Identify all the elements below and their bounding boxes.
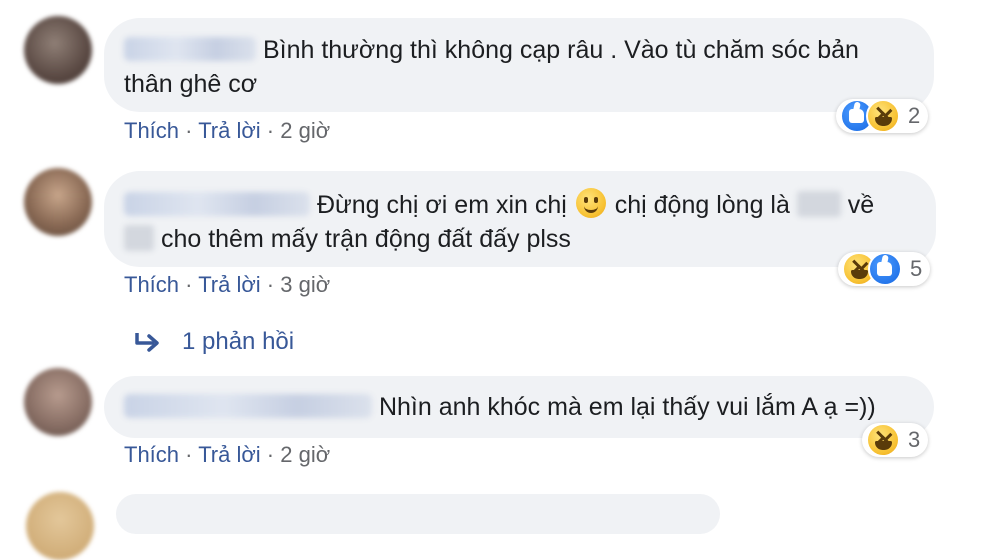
avatar[interactable] (24, 368, 92, 436)
comment-text: Bình thường thì không cạp râu . Vào tù c… (262, 36, 859, 64)
avatar[interactable] (24, 16, 92, 84)
author-name-blurred[interactable] (124, 192, 310, 216)
timestamp[interactable]: 3 giờ (280, 272, 330, 297)
comment-text: chị động lòng là (614, 191, 790, 219)
comment-text: cho thêm mấy trận động đất đấy plss (160, 225, 571, 253)
reply-link[interactable]: Trả lời (198, 118, 261, 143)
reaction-summary[interactable]: 2 (836, 99, 929, 133)
censored-word (124, 225, 154, 251)
author-name-blurred[interactable] (124, 394, 372, 418)
reaction-count: 5 (910, 256, 923, 281)
like-link[interactable]: Thích (124, 118, 179, 143)
reaction-summary[interactable]: 5 (838, 252, 931, 286)
comment-meta: Thích · Trả lời · 2 giờ (124, 118, 331, 143)
reaction-summary[interactable]: 3 (862, 423, 929, 457)
reply-link[interactable]: Trả lời (198, 442, 261, 467)
comment-text: Nhìn anh khóc mà em lại thấy vui lắm A ạ… (378, 393, 876, 421)
comment-bubble (116, 494, 720, 534)
comment-meta: Thích · Trả lời · 2 giờ (124, 442, 331, 467)
haha-reaction-icon (866, 99, 900, 133)
comment-text: thân ghê cơ (124, 70, 258, 98)
comment-text: Đừng chị ơi em xin chị (316, 191, 567, 219)
author-name-blurred[interactable] (124, 37, 256, 61)
censored-word (796, 191, 841, 217)
smiley-emoji-icon (575, 188, 606, 218)
comment-text: về (847, 191, 875, 219)
reply-arrow-icon (135, 333, 159, 352)
reaction-count: 3 (908, 427, 921, 452)
like-reaction-icon (868, 252, 902, 286)
avatar[interactable] (24, 168, 92, 236)
like-link[interactable]: Thích (124, 272, 179, 297)
comment-bubble: Nhìn anh khóc mà em lại thấy vui lắm A ạ… (104, 376, 934, 438)
comment-bubble: Bình thường thì không cạp râu . Vào tù c… (104, 18, 934, 112)
reply-link[interactable]: Trả lời (198, 272, 261, 297)
timestamp[interactable]: 2 giờ (280, 442, 330, 467)
replies-count-label[interactable]: 1 phản hồi (182, 328, 294, 356)
avatar[interactable] (26, 492, 94, 560)
reaction-count: 2 (908, 103, 921, 128)
like-link[interactable]: Thích (124, 442, 179, 467)
comment-bubble: Đừng chị ơi em xin chị chị động lòng là … (104, 171, 936, 267)
view-replies-link[interactable]: 1 phản hồi (134, 328, 294, 356)
comment-meta: Thích · Trả lời · 3 giờ (124, 272, 331, 297)
timestamp[interactable]: 2 giờ (280, 118, 330, 143)
haha-reaction-icon (866, 423, 900, 457)
